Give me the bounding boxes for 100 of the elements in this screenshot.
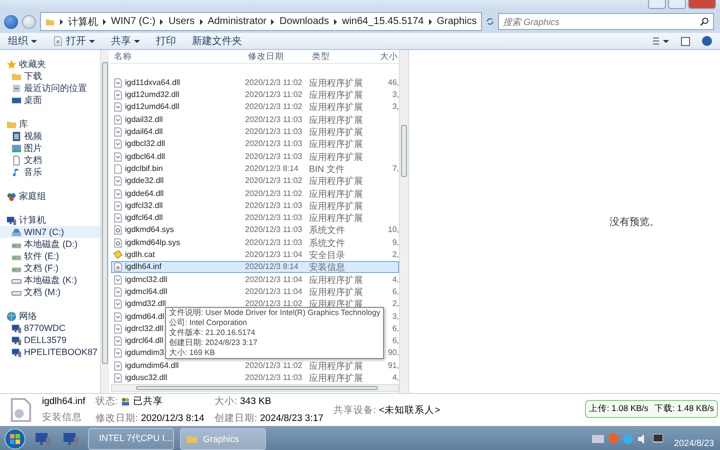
breadcrumb[interactable]: Graphics	[436, 16, 477, 27]
nav-item[interactable]: 下载	[0, 70, 100, 82]
scrollbar[interactable]	[100, 50, 109, 393]
column-header[interactable]: 名称	[111, 50, 245, 62]
homegroup-icon	[6, 190, 17, 202]
nav-item[interactable]: HPELITEBOOK87	[0, 346, 100, 358]
monitor-icon[interactable]	[652, 434, 663, 444]
file-name[interactable]: igdclbif.bin	[125, 162, 163, 175]
nav-item[interactable]: 本地磁盘 (D:)	[0, 238, 100, 250]
file-name[interactable]: igdfcl64.dll	[125, 212, 163, 224]
file-size: 2,	[392, 250, 399, 260]
file-name[interactable]: igdmcl32.dll	[125, 274, 168, 286]
maximize-button[interactable]	[668, 0, 686, 9]
breadcrumb[interactable]: Administrator	[208, 16, 266, 27]
file-name[interactable]: igdrcl32.dll	[125, 322, 164, 335]
file-name[interactable]: igdrcl64.dll	[125, 335, 164, 348]
nav-item[interactable]: 软件 (E:)	[0, 250, 100, 262]
nav-item[interactable]: 桌面	[0, 94, 100, 106]
drive-icon	[11, 226, 22, 238]
file-name[interactable]: igdail64.dll	[125, 126, 163, 138]
nav-item[interactable]: 最近访问的位置	[0, 82, 100, 94]
nav-item[interactable]: WIN7 (C:)	[0, 226, 100, 238]
nav-item[interactable]: 文档 (F:)	[0, 262, 100, 274]
file-size: 46,	[388, 78, 399, 87]
file-size: 90,	[388, 348, 399, 358]
column-header[interactable]: 类型	[309, 50, 377, 62]
clock[interactable]: 2024/8/23	[674, 438, 714, 448]
nav-item[interactable]: 收藏夹	[0, 58, 100, 70]
modified-date: 2020/12/3 8:14	[245, 164, 298, 173]
file-row[interactable]: igdlh64.inf 2020/12/3 8:14 安装信息	[111, 261, 399, 274]
modified-date: 2020/12/3 11:03	[245, 213, 302, 222]
file-name[interactable]: igdumdim64.dll	[125, 360, 179, 372]
nav-item[interactable]: 图片	[0, 142, 100, 154]
scrollbar[interactable]	[111, 384, 399, 392]
file-name[interactable]: igdmcl64.dll	[125, 286, 168, 298]
modified-date: 2020/12/3 11:02	[245, 78, 302, 87]
toolbar-button[interactable]: 组织	[8, 34, 37, 48]
search-field[interactable]: 搜索 Graphics	[498, 13, 714, 30]
file-name[interactable]: igdbcl32.dll	[125, 138, 166, 150]
breadcrumb[interactable]: WIN7 (C:)	[111, 16, 156, 27]
file-name[interactable]: igdde32.dll	[125, 175, 164, 188]
modified-date: 2020/12/3 11:02	[245, 360, 302, 370]
file-name[interactable]: igdlh.cat	[125, 249, 155, 262]
toolbar-button[interactable]: 共享	[111, 34, 140, 48]
breadcrumb[interactable]: Downloads	[279, 16, 329, 27]
address-bar[interactable]: 计算机 WIN7 (C:) Users Administrator Downloads win64_15.45.5174 Graphics	[40, 12, 482, 31]
nav-item[interactable]: 文档	[0, 154, 100, 166]
modified-date: 2020/12/3 11:03	[245, 225, 302, 234]
document-icon	[11, 154, 22, 166]
breadcrumb[interactable]: win64_15.45.5174	[342, 16, 424, 27]
file-name[interactable]: igdail32.dll	[125, 114, 163, 126]
nav-item[interactable]: 家庭组	[0, 190, 100, 202]
file-name[interactable]: igdlh64.inf	[125, 261, 162, 274]
toolbar-button[interactable]: 打印	[156, 34, 176, 48]
field-value: 2020/12/3 8:14	[140, 413, 204, 424]
file-name[interactable]: igdkmd64.sys	[125, 224, 174, 236]
file-type: 安装信息	[309, 262, 345, 272]
modified-date: 2020/12/3 11:03	[245, 200, 302, 210]
breadcrumb[interactable]: Users	[168, 16, 195, 27]
refresh-icon[interactable]	[486, 16, 494, 27]
file-name[interactable]: igd12umd32.dll	[125, 89, 180, 102]
column-header[interactable]: 修改日期	[245, 50, 309, 62]
file-name[interactable]: igdusc32.dll	[125, 372, 168, 384]
nav-item[interactable]: 库	[0, 118, 100, 130]
file-name[interactable]: igdkmd64lp.sys	[125, 236, 180, 249]
file-type: 应用程序扩展	[309, 372, 363, 383]
file-name[interactable]: igd11dxva64.dll	[125, 76, 180, 89]
file-size: 3,	[392, 102, 399, 112]
nav-item[interactable]: DELL3579	[0, 334, 100, 346]
toolbar-button[interactable]: 新建文件夹	[192, 34, 242, 48]
back-button[interactable]	[4, 14, 18, 28]
file-name[interactable]: igdmd32.dll	[125, 298, 166, 310]
file-name[interactable]: igdmd64.dl	[125, 310, 164, 322]
scrollbar[interactable]	[399, 50, 408, 393]
forward-button[interactable]	[22, 14, 36, 28]
file-name[interactable]: igdbcl64.dll	[125, 150, 166, 163]
modified-date: 2020/12/3 11:03	[245, 238, 302, 247]
nav-item[interactable]: 本地磁盘 (K:)	[0, 274, 100, 286]
column-header[interactable]: 大小	[377, 50, 399, 62]
file-name[interactable]: igdde64.dll	[125, 188, 164, 200]
file-name[interactable]: igdfcl32.dll	[125, 200, 163, 212]
file-name[interactable]: igdumdim3	[125, 347, 164, 360]
toolbar-button[interactable]: 打开	[53, 34, 95, 48]
start-button[interactable]	[4, 428, 26, 450]
minimize-button[interactable]	[648, 0, 666, 9]
nav-item[interactable]: 网络	[0, 310, 100, 322]
preview-pane-icon[interactable]	[681, 36, 690, 46]
close-button[interactable]	[688, 0, 716, 9]
keyboard-icon[interactable]	[592, 434, 604, 442]
file-size: 6,	[392, 336, 399, 346]
nav-item[interactable]: 文档 (M:)	[0, 286, 100, 298]
file-name[interactable]: igd12umd64.dll	[125, 101, 180, 114]
file-type: 应用程序扩展	[309, 176, 363, 186]
people-icon	[120, 397, 130, 406]
nav-item[interactable]: 计算机	[0, 214, 100, 226]
breadcrumb[interactable]: 计算机	[68, 14, 98, 28]
nav-item[interactable]: 视频	[0, 130, 100, 142]
view-options-icon[interactable]	[653, 37, 669, 45]
nav-item[interactable]: 音乐	[0, 166, 100, 178]
nav-item[interactable]: 8770WDC	[0, 322, 100, 334]
